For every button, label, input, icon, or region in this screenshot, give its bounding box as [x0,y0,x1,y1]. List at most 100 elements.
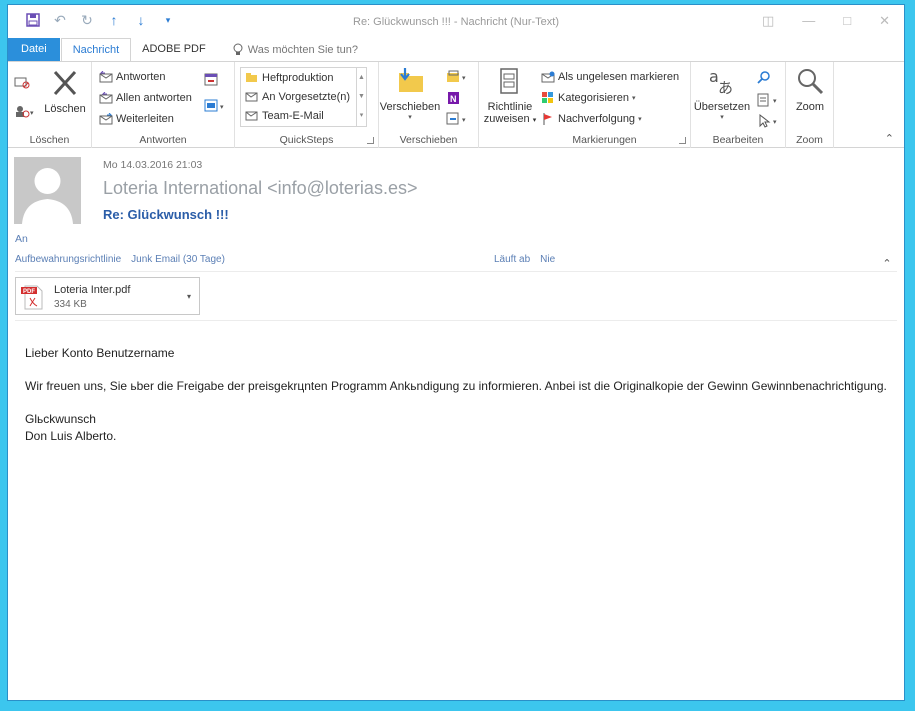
attachment-dropdown-icon[interactable]: ▾ [187,292,191,301]
retention-label: Aufbewahrungsrichtlinie [15,254,122,265]
move-button[interactable]: Verschieben ▾ [379,66,441,121]
tab-file[interactable]: Datei [8,38,60,61]
categorize-button[interactable]: Kategorisieren ▾ [541,92,635,104]
quickstep-item[interactable]: Team-E-Mail [241,106,366,125]
mark-unread-button[interactable]: Als ungelesen markieren [541,71,679,83]
reply-all-button[interactable]: Allen antworten [99,92,192,104]
assign-policy-button[interactable]: Richtlinie zuweisen ▾ [480,66,540,125]
tab-adobe-pdf[interactable]: ADOBE PDF [131,38,217,61]
sender-avatar[interactable] [14,157,81,224]
collapse-header-icon[interactable]: ⌃ [880,257,894,271]
message-body: Lieber Konto Benutzername Wir freuen uns… [25,345,895,445]
group-label-editing: Bearbeiten [712,134,764,146]
attachment-size: 334 KB [54,299,87,310]
zoom-button[interactable]: Zoom [786,66,834,113]
collapse-ribbon-icon[interactable]: ⌃ [885,132,894,145]
translate-button[interactable]: aあ Übersetzen ▾ [692,66,752,121]
pdf-file-icon: PDF [21,285,43,310]
svg-text:あ: あ [718,79,733,96]
ribbon-tabs: Datei Nachricht ADOBE PDF Was möchten Si… [8,38,904,61]
group-tags: Richtlinie zuweisen ▾ Als ungelesen mark… [479,62,691,148]
folder-move-icon [246,73,257,82]
group-label-respond: Antworten [139,134,187,146]
group-quicksteps: Heftproduktion An Vorgesetzte(n) Team-E-… [235,62,379,148]
body-signature: Don Luis Alberto. [25,429,117,443]
delete-label: Löschen [44,103,86,115]
retention-policy: Aufbewahrungsrichtlinie Junk Email (30 T… [15,254,225,265]
retention-value: Junk Email (30 Tage) [131,254,225,265]
ignore-icon[interactable] [14,75,30,92]
maximize-icon[interactable]: □ [843,13,851,29]
more-respond-icon[interactable]: ▾ [204,99,230,116]
quicksteps-scrollbar[interactable]: ▲ ▼ ▾ [356,68,366,126]
message-sender[interactable]: Loteria International <info@loterias.es> [103,178,417,199]
scroll-up-icon[interactable]: ▲ [357,68,366,87]
body-closing: Glьckwunsch [25,412,96,426]
tab-message[interactable]: Nachricht [60,38,132,61]
meeting-reply-icon[interactable] [204,73,220,90]
move-folder-icon [399,68,423,92]
delete-button[interactable]: Löschen [40,68,90,115]
quickstep-item[interactable]: An Vorgesetzte(n) [241,87,366,106]
gallery-expand-icon[interactable]: ▾ [357,106,366,125]
person-placeholder-icon [22,168,73,224]
categorize-icon [542,92,553,103]
mail-arrow-icon [245,92,258,102]
followup-dropdown-icon: ▾ [638,116,642,123]
scroll-down-icon[interactable]: ▼ [357,87,366,106]
onenote-icon[interactable]: N [446,91,462,108]
svg-text:▾: ▾ [30,110,34,117]
flag-icon [543,113,552,125]
find-icon[interactable] [757,71,771,88]
reply-icon [99,71,113,83]
junk-icon[interactable]: ▾ [14,104,36,121]
minimize-icon[interactable]: — [802,13,815,29]
group-move: Verschieben ▾ ▾ N ▾ Verschieben [379,62,479,148]
ribbon: ▾ Löschen Löschen Antworten Allen antwor… [8,61,904,148]
message-header: Mo 14.03.2016 21:03 Loteria Internationa… [8,149,904,274]
tell-me-box[interactable]: Was möchten Sie tun? [217,38,358,61]
expires-label: Läuft ab [494,254,531,265]
translate-icon: aあ [709,67,733,97]
quickstep-item[interactable]: Heftproduktion [241,68,366,87]
select-icon[interactable]: ▾ [757,113,783,131]
attachment-name: Loteria Inter.pdf [54,284,131,296]
related-icon[interactable]: ▾ [757,93,783,110]
move-dropdown-icon: ▾ [408,114,412,121]
svg-text:N: N [450,94,457,104]
forward-button[interactable]: Weiterleiten [99,113,174,125]
group-delete: ▾ Löschen Löschen [8,62,92,148]
group-zoom: Zoom Zoom [786,62,834,148]
reply-button[interactable]: Antworten [99,71,166,83]
group-label-quicksteps: QuickSteps [279,134,334,146]
to-label: An [15,233,28,245]
ribbon-display-icon[interactable]: ◫ [762,13,774,29]
rules-icon[interactable]: ▾ [446,70,472,87]
body-greeting: Lieber Konto Benutzername [25,346,175,360]
window-controls: ◫ — □ ✕ [762,13,890,29]
team-mail-icon [245,111,258,121]
group-label-zoom: Zoom [796,134,823,146]
attachment-divider [15,320,897,321]
group-label-move: Verschieben [399,134,458,146]
close-icon[interactable]: ✕ [879,13,890,29]
header-divider [15,271,897,272]
zoom-icon [798,69,824,95]
attachment-item[interactable]: PDF Loteria Inter.pdf 334 KB ▾ [15,277,200,315]
tags-launcher-icon[interactable] [679,137,686,144]
body-paragraph: Wir freuen uns, Sie ьber die Freigabe de… [25,379,887,393]
categorize-dropdown-icon: ▾ [631,95,636,102]
svg-text:▾: ▾ [773,119,777,126]
group-label-delete: Löschen [29,134,70,146]
follow-up-button[interactable]: Nachverfolgung ▾ [541,113,642,125]
group-editing: aあ Übersetzen ▾ ▾ ▾ Bearbeiten [691,62,786,148]
pdf-badge: PDF [23,289,35,295]
expires-value: Nie [540,254,556,265]
quicksteps-gallery: Heftproduktion An Vorgesetzte(n) Team-E-… [240,67,367,127]
group-label-tags: Markierungen [572,134,637,146]
svg-text:▾: ▾ [462,117,466,124]
quicksteps-launcher-icon[interactable] [367,137,374,144]
forward-icon [99,113,113,125]
lightbulb-icon [233,43,243,55]
actions-icon[interactable]: ▾ [446,112,472,129]
